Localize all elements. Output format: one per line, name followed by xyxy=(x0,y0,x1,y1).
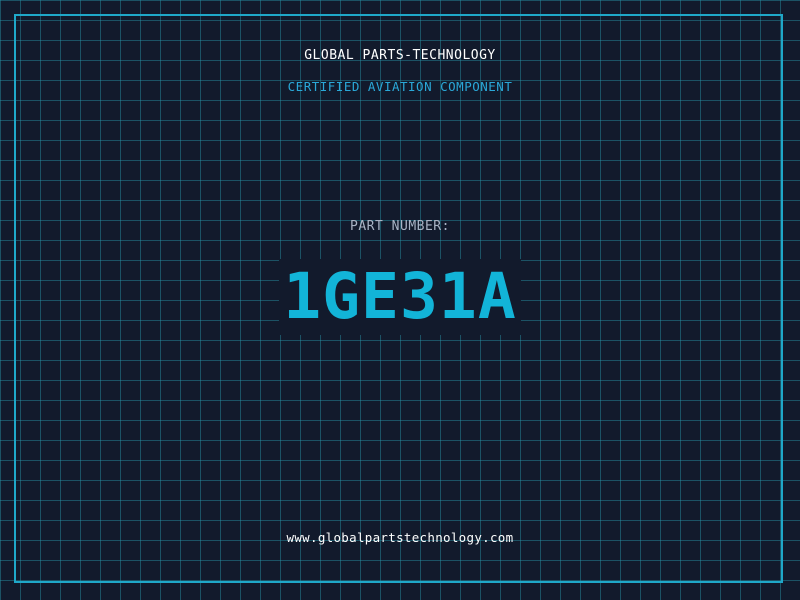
certificate-card: GLOBAL PARTS-TECHNOLOGY CERTIFIED AVIATI… xyxy=(0,0,800,600)
website-url: www.globalpartstechnology.com xyxy=(286,530,514,545)
part-number-value: 1GE31A xyxy=(279,259,521,335)
part-number-container: 1GE31A xyxy=(0,259,800,335)
part-number-label: PART NUMBER: xyxy=(350,219,450,234)
tagline: CERTIFIED AVIATION COMPONENT xyxy=(287,79,513,94)
company-name: GLOBAL PARTS-TECHNOLOGY xyxy=(304,48,496,63)
